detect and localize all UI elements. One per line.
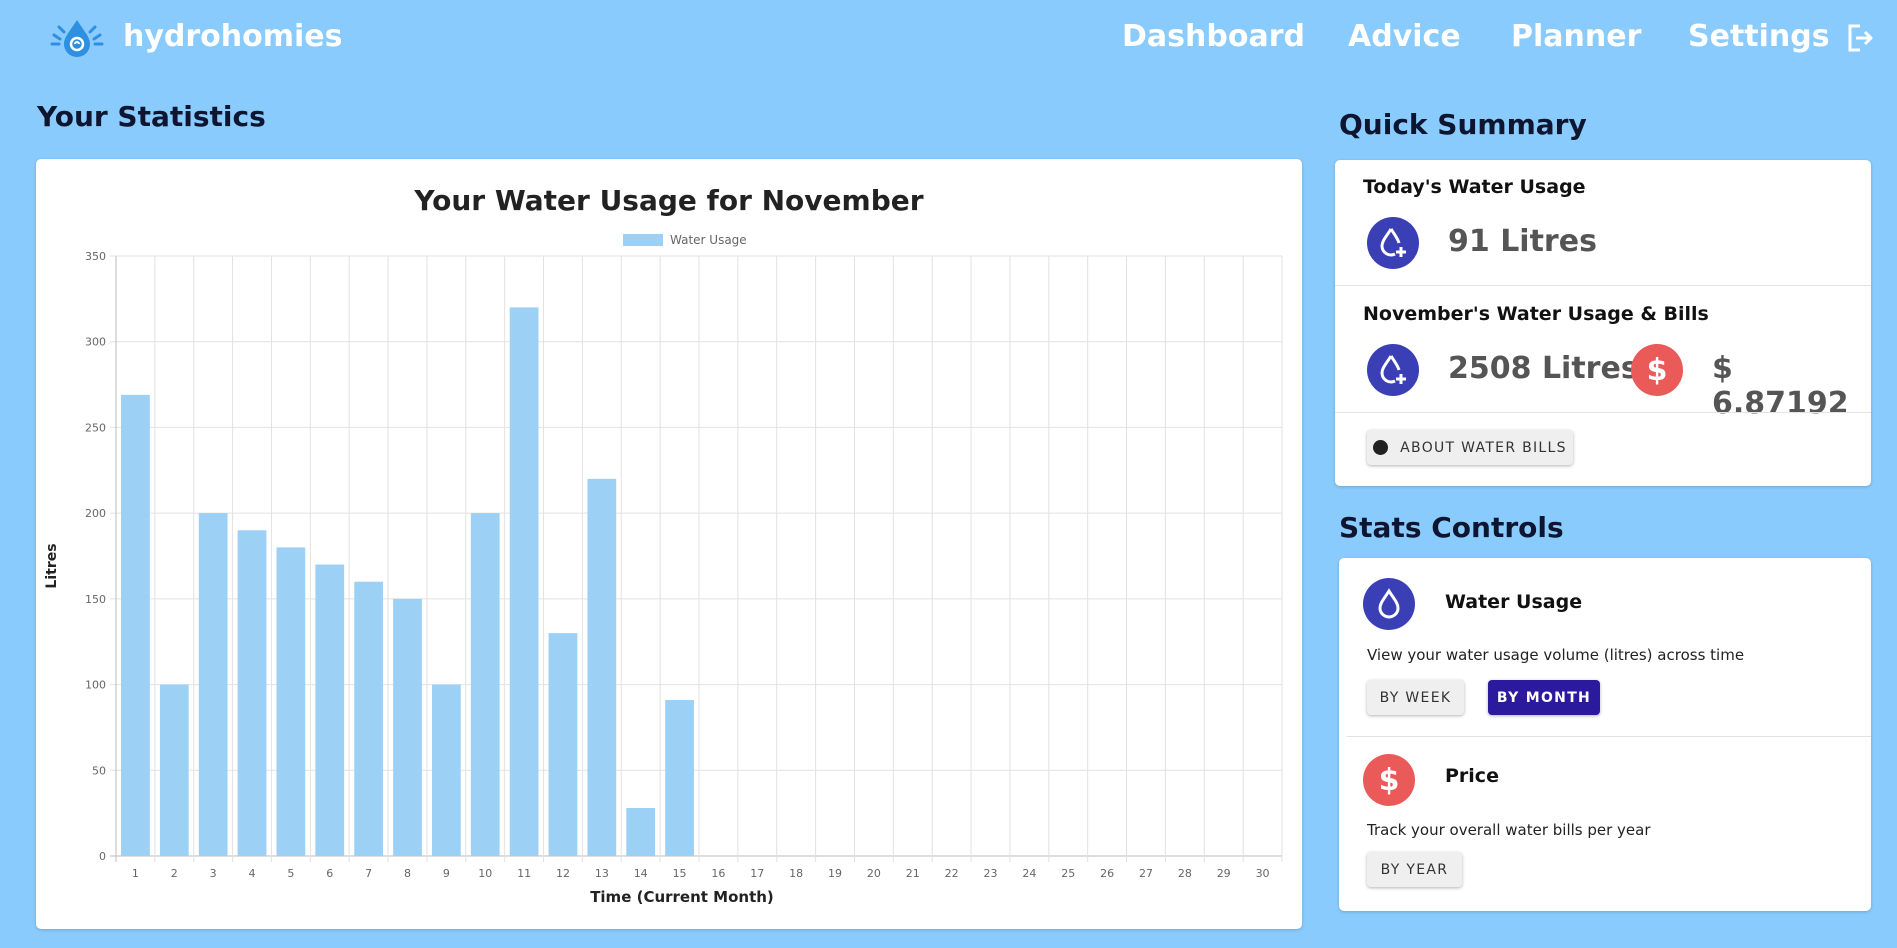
month-usage-label: November's Water Usage & Bills	[1363, 303, 1709, 325]
summary-heading: Quick Summary	[1339, 108, 1587, 141]
nav-dashboard[interactable]: Dashboard	[1122, 19, 1305, 54]
x-tick-label: 10	[478, 867, 492, 880]
x-tick-label: 24	[1022, 867, 1036, 880]
y-tick-label: 150	[85, 593, 106, 606]
brand-name[interactable]: hydrohomies	[123, 19, 343, 54]
water-usage-chart: Your Water Usage for November Water Usag…	[44, 184, 1283, 906]
x-tick-label: 18	[789, 867, 803, 880]
bar-day-12[interactable]	[548, 633, 578, 856]
x-tick-label: 28	[1178, 867, 1192, 880]
y-tick-label: 200	[85, 507, 106, 520]
x-tick-label: 30	[1256, 867, 1270, 880]
by-month-button[interactable]: By Month	[1488, 680, 1600, 715]
bar-day-7[interactable]	[354, 581, 384, 856]
x-tick-label: 23	[984, 867, 998, 880]
logout-icon[interactable]	[1846, 23, 1874, 53]
y-tick-label: 300	[85, 336, 106, 349]
y-tick-label: 350	[85, 250, 106, 263]
dollar-icon: $	[1631, 344, 1683, 396]
water-add-icon	[1367, 344, 1419, 396]
bar-day-14[interactable]	[626, 808, 656, 856]
water-drop-logo-icon[interactable]	[50, 17, 104, 59]
bar-day-1[interactable]	[121, 394, 150, 856]
bar-day-2[interactable]	[159, 684, 189, 856]
x-tick-label: 14	[634, 867, 648, 880]
bar-day-13[interactable]	[587, 478, 617, 856]
svg-text:$: $	[1379, 763, 1400, 798]
x-tick-label: 12	[556, 867, 570, 880]
divider	[1335, 285, 1871, 286]
month-bill-value: $ 6.87192	[1712, 351, 1849, 421]
x-tick-label: 21	[906, 867, 920, 880]
price-control-description: Track your overall water bills per year	[1367, 821, 1651, 839]
dollar-icon: $	[1363, 754, 1415, 806]
water-add-icon	[1367, 217, 1419, 269]
x-tick-label: 5	[287, 867, 294, 880]
x-tick-label: 11	[517, 867, 531, 880]
x-tick-label: 1	[132, 867, 139, 880]
top-nav: hydrohomies Dashboard Advice Planner Set…	[0, 0, 1897, 78]
usage-control-title: Water Usage	[1445, 591, 1583, 613]
month-usage-value: 2508 Litres	[1448, 351, 1639, 386]
today-usage-label: Today's Water Usage	[1363, 176, 1586, 198]
x-tick-label: 20	[867, 867, 881, 880]
legend-swatch[interactable]	[623, 234, 663, 246]
about-water-bills-label: About Water Bills	[1400, 439, 1567, 456]
bar-day-11[interactable]	[509, 307, 539, 856]
x-tick-label: 17	[750, 867, 764, 880]
x-tick-label: 29	[1217, 867, 1231, 880]
bar-day-9[interactable]	[431, 684, 461, 856]
x-tick-label: 3	[210, 867, 217, 880]
by-year-button[interactable]: By Year	[1367, 852, 1462, 887]
price-control-title: Price	[1445, 765, 1499, 787]
summary-card: Today's Water Usage 91 Litres November's…	[1335, 160, 1871, 486]
x-tick-label: 25	[1061, 867, 1075, 880]
bar-day-5[interactable]	[276, 547, 306, 856]
nav-settings[interactable]: Settings	[1688, 19, 1830, 54]
x-tick-label: 15	[673, 867, 687, 880]
svg-text:$: $	[1647, 353, 1668, 388]
x-tick-label: 16	[711, 867, 725, 880]
bar-day-8[interactable]	[393, 598, 422, 856]
nav-planner[interactable]: Planner	[1511, 19, 1641, 54]
about-water-bills-button[interactable]: About Water Bills	[1367, 430, 1573, 465]
controls-heading: Stats Controls	[1339, 511, 1564, 544]
x-tick-label: 7	[365, 867, 372, 880]
x-tick-label: 2	[171, 867, 178, 880]
water-drop-icon	[1363, 578, 1415, 630]
statistics-heading: Your Statistics	[37, 100, 266, 133]
divider	[1335, 412, 1871, 413]
bar-day-15[interactable]	[665, 700, 694, 856]
info-icon	[1373, 440, 1389, 455]
chart-bars	[121, 307, 694, 856]
nav-advice[interactable]: Advice	[1348, 19, 1461, 54]
chart-title: Your Water Usage for November	[413, 184, 923, 217]
x-axis-label: Time (Current Month)	[590, 888, 774, 906]
x-tick-label: 26	[1100, 867, 1114, 880]
x-tick-label: 19	[828, 867, 842, 880]
y-tick-label: 250	[85, 421, 106, 434]
usage-control-description: View your water usage volume (litres) ac…	[1367, 646, 1745, 664]
x-tick-label: 8	[404, 867, 411, 880]
legend-label[interactable]: Water Usage	[670, 233, 747, 247]
x-tick-label: 27	[1139, 867, 1153, 880]
bar-day-10[interactable]	[470, 513, 500, 856]
x-tick-label: 6	[326, 867, 333, 880]
y-tick-label: 0	[99, 850, 106, 863]
x-tick-label: 13	[595, 867, 609, 880]
bar-day-6[interactable]	[315, 564, 345, 856]
y-tick-label: 100	[85, 679, 106, 692]
controls-card: Water Usage View your water usage volume…	[1339, 558, 1871, 911]
y-axis-label: Litres	[44, 543, 60, 588]
x-tick-label: 4	[249, 867, 256, 880]
bar-day-3[interactable]	[198, 513, 228, 856]
chart-card: Your Water Usage for November Water Usag…	[36, 159, 1302, 929]
by-week-button[interactable]: By Week	[1367, 680, 1464, 715]
x-tick-label: 22	[945, 867, 959, 880]
bar-day-4[interactable]	[237, 530, 267, 856]
divider	[1347, 736, 1871, 737]
x-tick-label: 9	[443, 867, 450, 880]
today-usage-value: 91 Litres	[1448, 224, 1597, 259]
y-tick-label: 50	[92, 764, 106, 777]
